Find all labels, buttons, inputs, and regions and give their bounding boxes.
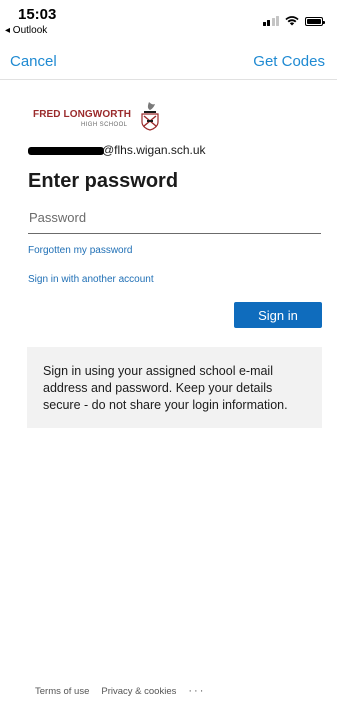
status-time: 15:03 bbox=[18, 6, 57, 23]
get-codes-button[interactable]: Get Codes bbox=[253, 53, 325, 70]
signal-icon bbox=[262, 16, 279, 26]
password-field-container bbox=[28, 205, 322, 234]
redaction-mark bbox=[28, 147, 104, 155]
terms-link[interactable]: Terms of use bbox=[35, 686, 89, 697]
school-logo: FRED LONGWORTH HIGH SCHOOL bbox=[33, 101, 173, 131]
crest-icon bbox=[141, 102, 159, 131]
cancel-button[interactable]: Cancel bbox=[10, 53, 57, 70]
school-subtitle: HIGH SCHOOL bbox=[81, 122, 128, 128]
info-text: Sign in using your assigned school e-mai… bbox=[43, 364, 288, 412]
password-input[interactable] bbox=[28, 205, 322, 229]
status-bar: 15:03 ◂ Outlook bbox=[0, 0, 337, 44]
info-box: Sign in using your assigned school e-mai… bbox=[27, 347, 322, 428]
other-account-link[interactable]: Sign in with another account bbox=[28, 274, 154, 285]
sign-in-button[interactable]: Sign in bbox=[234, 302, 322, 328]
back-to-app-button[interactable]: ◂ Outlook bbox=[5, 25, 47, 36]
footer: Terms of use Privacy & cookies ··· bbox=[35, 685, 205, 697]
school-name: FRED LONGWORTH bbox=[33, 109, 132, 120]
wifi-icon bbox=[285, 16, 299, 26]
privacy-link[interactable]: Privacy & cookies bbox=[101, 686, 176, 697]
battery-icon bbox=[305, 17, 325, 26]
account-identifier: @flhs.wigan.sch.uk bbox=[28, 143, 268, 159]
forgot-password-link[interactable]: Forgotten my password bbox=[28, 245, 133, 256]
page-title: Enter password bbox=[28, 170, 179, 192]
more-options-button[interactable]: ··· bbox=[188, 685, 205, 697]
status-icons bbox=[262, 14, 325, 26]
account-email-domain: @flhs.wigan.sch.uk bbox=[102, 143, 206, 157]
nav-bar: Cancel Get Codes bbox=[0, 44, 337, 80]
